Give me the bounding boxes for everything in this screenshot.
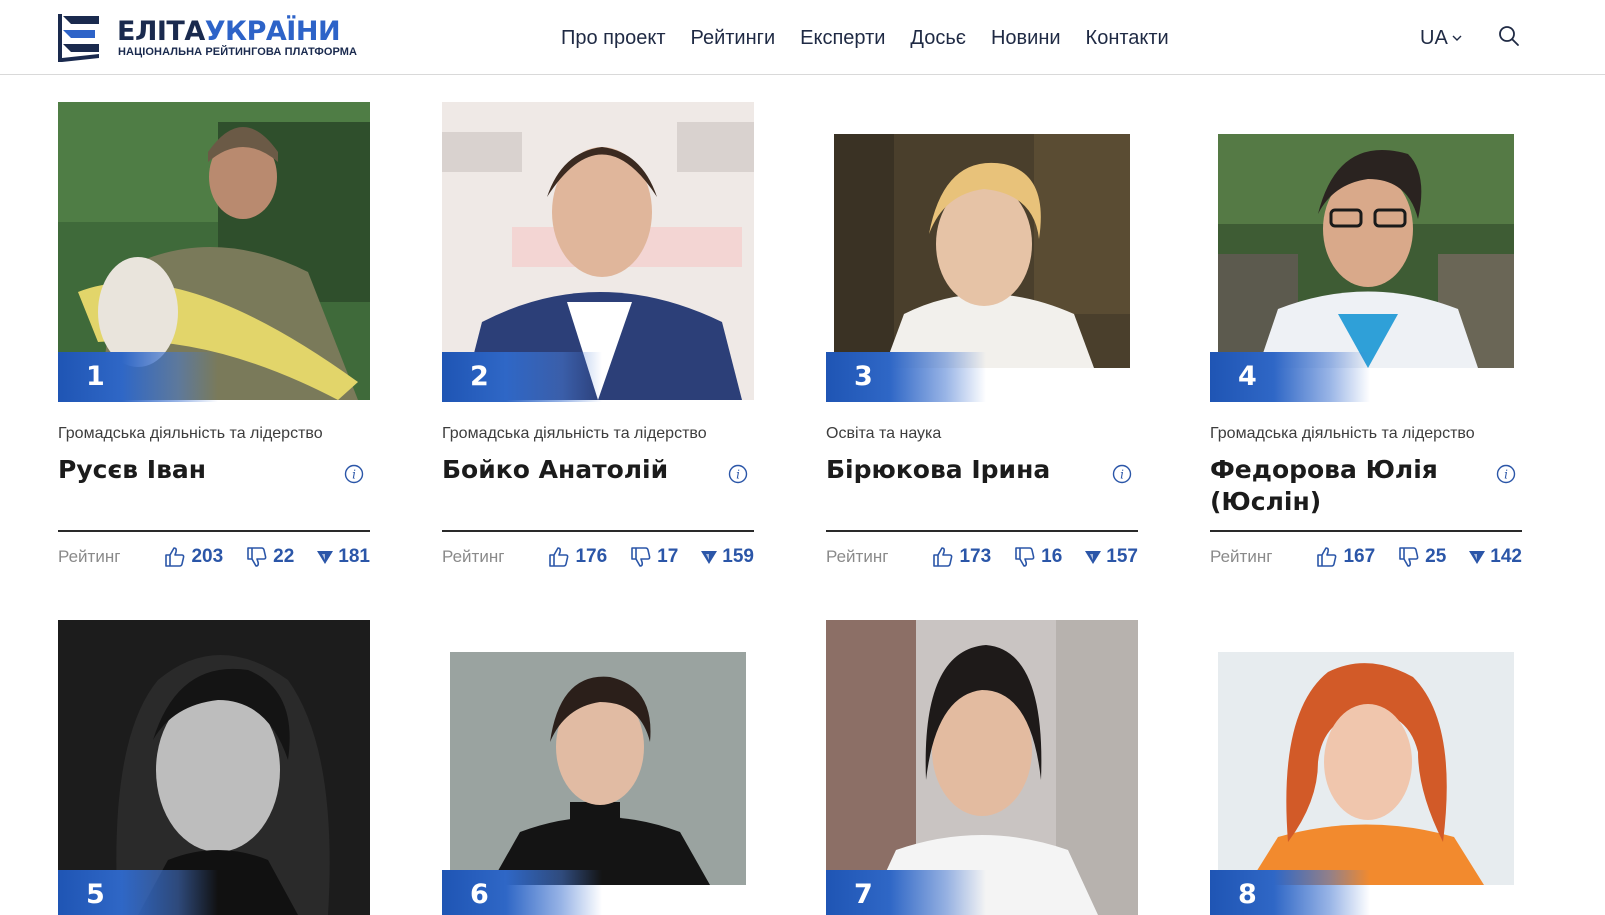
thumbs-down-icon xyxy=(247,547,267,567)
nav-item-about[interactable]: Про проект xyxy=(561,25,666,51)
card-divider xyxy=(442,530,754,532)
person-photo[interactable] xyxy=(1218,134,1514,368)
card-photo-area: 1 xyxy=(58,102,370,402)
nav-item-ratings[interactable]: Рейтинги xyxy=(691,25,776,51)
language-label: UA xyxy=(1420,27,1448,49)
card-stats: Рейтинг 176 17 159 xyxy=(442,544,754,570)
brand-subtitle: НАЦІОНАЛЬНА РЕЙТИНГОВА ПЛАТФОРМА xyxy=(118,46,358,58)
person-photo[interactable] xyxy=(834,134,1130,368)
info-icon[interactable]: i xyxy=(344,464,364,484)
card-divider xyxy=(1210,530,1522,532)
main-nav: Про проект Рейтинги Експерти Досьє Новин… xyxy=(561,25,1194,51)
likes-count[interactable]: 176 xyxy=(547,545,607,569)
rating-label: Рейтинг xyxy=(442,547,505,566)
site-logo[interactable]: ЕЛІТАУКРАЇНИ НАЦІОНАЛЬНА РЕЙТИНГОВА ПЛАТ… xyxy=(57,12,357,66)
dislikes-count[interactable]: 25 xyxy=(1397,545,1446,569)
svg-text:i: i xyxy=(1504,468,1508,482)
card-name[interactable]: Федорова Юлія (Юслін) xyxy=(1210,454,1480,518)
triangle-down-icon xyxy=(1085,551,1102,564)
svg-text:i: i xyxy=(352,468,356,482)
rating-label: Рейтинг xyxy=(1210,547,1273,566)
card-name[interactable]: Русєв Іван xyxy=(58,454,328,486)
card-category: Громадська діяльність та лідерство xyxy=(442,425,707,442)
card-category: Освіта та наука xyxy=(826,425,942,442)
card-photo-area: 5 xyxy=(58,620,370,915)
language-selector[interactable]: UA xyxy=(1420,25,1463,51)
card-photo-area: 2 xyxy=(442,102,754,402)
nav-item-news[interactable]: Новини xyxy=(991,25,1061,51)
thumbs-up-icon xyxy=(933,547,953,567)
rating-label: Рейтинг xyxy=(58,547,121,566)
nav-item-dossier[interactable]: Досьє xyxy=(910,25,966,51)
score-count: 157 xyxy=(1084,546,1138,568)
info-icon[interactable]: i xyxy=(1496,464,1516,484)
rank-badge: 7 xyxy=(826,870,986,915)
nav-item-experts[interactable]: Експерти xyxy=(800,25,885,51)
score-count: 181 xyxy=(316,546,370,568)
card-photo-area: 8 xyxy=(1210,620,1522,915)
info-icon[interactable]: i xyxy=(728,464,748,484)
score-count: 159 xyxy=(700,546,754,568)
thumbs-up-icon xyxy=(549,547,569,567)
card-photo-area: 3 xyxy=(826,102,1138,402)
card-divider xyxy=(58,530,370,532)
logo-mark-icon xyxy=(58,14,99,62)
rank-badge: 6 xyxy=(442,870,602,915)
card-name[interactable]: Бірюкова Ірина xyxy=(826,454,1096,486)
card-photo-area: 7 xyxy=(826,620,1138,915)
card-stats: Рейтинг 173 16 157 xyxy=(826,544,1138,570)
card-stats: Рейтинг 167 25 142 xyxy=(1210,544,1522,570)
card-name[interactable]: Бойко Анатолій xyxy=(442,454,712,486)
likes-count[interactable]: 167 xyxy=(1315,545,1375,569)
site-header: ЕЛІТАУКРАЇНИ НАЦІОНАЛЬНА РЕЙТИНГОВА ПЛАТ… xyxy=(0,0,1605,75)
triangle-down-icon xyxy=(701,551,718,564)
person-photo[interactable] xyxy=(450,652,746,885)
rank-badge: 5 xyxy=(58,870,218,915)
brand-title: ЕЛІТАУКРАЇНИ xyxy=(117,16,341,47)
thumbs-up-icon xyxy=(1317,547,1337,567)
rank-badge: 3 xyxy=(826,352,986,402)
rank-badge: 8 xyxy=(1210,870,1370,915)
score-count: 142 xyxy=(1468,546,1522,568)
nav-item-contacts[interactable]: Контакти xyxy=(1086,25,1169,51)
card-category: Громадська діяльність та лідерство xyxy=(58,425,323,442)
thumbs-down-icon xyxy=(1399,547,1419,567)
card-photo-area: 4 xyxy=(1210,102,1522,402)
card-divider xyxy=(826,530,1138,532)
card-stats: Рейтинг 203 22 181 xyxy=(58,544,370,570)
svg-text:i: i xyxy=(736,468,740,482)
likes-count[interactable]: 173 xyxy=(931,545,991,569)
card-photo-area: 6 xyxy=(442,620,754,915)
triangle-down-icon xyxy=(317,551,334,564)
person-photo[interactable] xyxy=(1218,652,1514,885)
thumbs-up-icon xyxy=(165,547,185,567)
rank-badge: 1 xyxy=(58,352,218,402)
thumbs-down-icon xyxy=(1015,547,1035,567)
chevron-down-icon xyxy=(1452,35,1462,41)
dislikes-count[interactable]: 22 xyxy=(245,545,294,569)
svg-text:i: i xyxy=(1120,468,1124,482)
search-icon[interactable] xyxy=(1497,24,1521,48)
info-icon[interactable]: i xyxy=(1112,464,1132,484)
card-category: Громадська діяльність та лідерство xyxy=(1210,425,1475,442)
rank-badge: 2 xyxy=(442,352,602,402)
dislikes-count[interactable]: 17 xyxy=(629,545,678,569)
rank-badge: 4 xyxy=(1210,352,1370,402)
dislikes-count[interactable]: 16 xyxy=(1013,545,1062,569)
thumbs-down-icon xyxy=(631,547,651,567)
triangle-down-icon xyxy=(1469,551,1486,564)
rating-label: Рейтинг xyxy=(826,547,889,566)
likes-count[interactable]: 203 xyxy=(163,545,223,569)
